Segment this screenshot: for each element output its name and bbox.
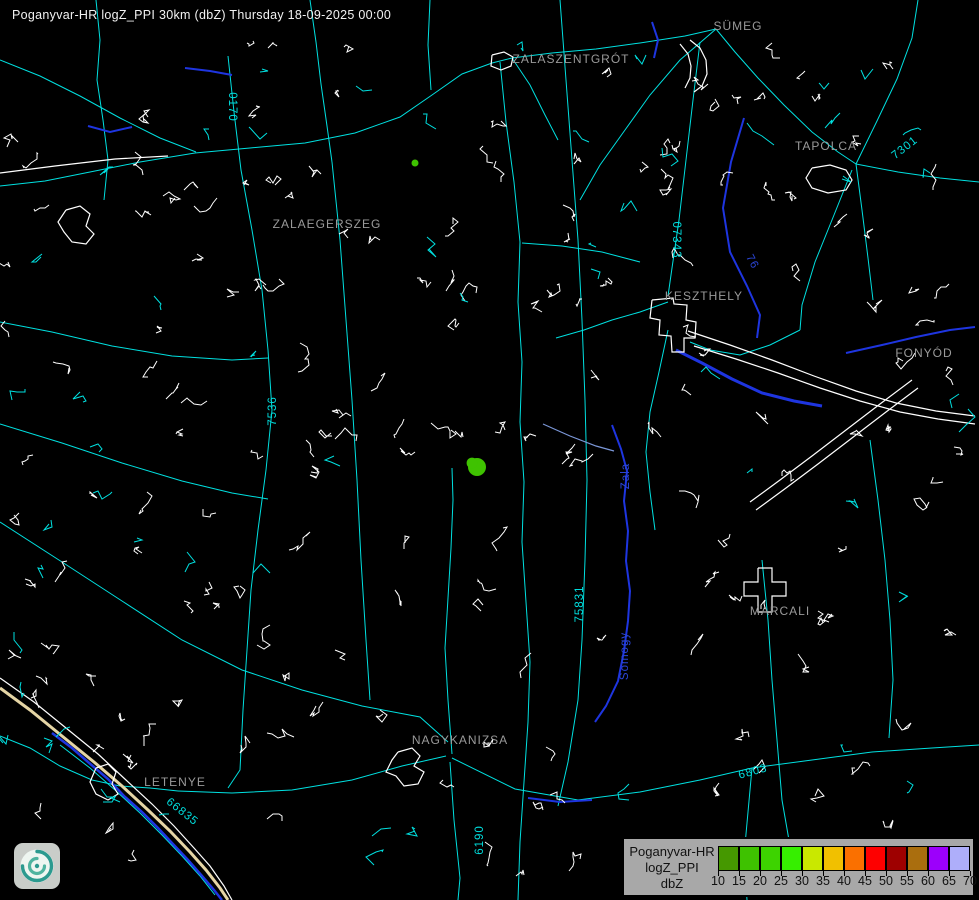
legend-cell: [823, 846, 844, 871]
river-label: 76: [743, 253, 761, 272]
city-label: LETENYE: [144, 775, 206, 789]
met-service-logo: [14, 843, 60, 889]
city-label: ZALASZENTGRÓT: [512, 52, 629, 66]
city-label: ZALAEGERSZEG: [273, 217, 382, 231]
legend-cell: [781, 846, 802, 871]
river-label: Zala: [620, 463, 632, 489]
legend-cell: [886, 846, 907, 871]
legend-tick-label: 70: [957, 874, 979, 888]
legend-cell: [928, 846, 949, 871]
river-label: Somogy: [619, 632, 631, 680]
road-number-label: 7536: [267, 396, 279, 426]
city-label: NAGYKANIZSA: [412, 733, 508, 747]
road-number-label: 66835: [164, 796, 201, 828]
legend-cell: [739, 846, 760, 871]
road-number-label: 6190: [474, 825, 486, 855]
legend-cell: [802, 846, 823, 871]
city-label: FONYÓD: [895, 346, 952, 360]
legend-cell: [844, 846, 865, 871]
legend-cell: [949, 846, 970, 871]
legend: Poganyvar-HR logZ_PPI dbZ 10152025303540…: [622, 837, 975, 897]
city-label: SÜMEG: [713, 19, 762, 33]
legend-cell: [865, 846, 886, 871]
legend-cell: [907, 846, 928, 871]
radar-header-title: Poganyvar-HR logZ_PPI 30km (dbZ) Thursda…: [12, 8, 391, 22]
road-number-label: 0170: [226, 92, 238, 122]
city-label: TAPOLCA: [795, 139, 857, 153]
road-number-label: 6803: [737, 762, 769, 781]
legend-color-scale: [718, 846, 970, 871]
city-label: KESZTHELY: [665, 289, 743, 303]
road-number-label: 07343: [670, 222, 682, 259]
swirl-icon: [14, 843, 60, 889]
road-number-label: 7301: [890, 134, 921, 162]
legend-cell: [760, 846, 781, 871]
road-number-label: 75831: [574, 586, 586, 623]
map-labels-layer: ZALASZENTGRÓT SÜMEG TAPOLCA ZALAEGERSZEG KES…: [0, 0, 979, 900]
radar-viewport: ZALASZENTGRÓT SÜMEG TAPOLCA ZALAEGERSZEG KES…: [0, 0, 979, 900]
legend-product-name: Poganyvar-HR: [626, 844, 718, 860]
legend-cell: [718, 846, 739, 871]
city-label: MARCALI: [750, 604, 810, 618]
